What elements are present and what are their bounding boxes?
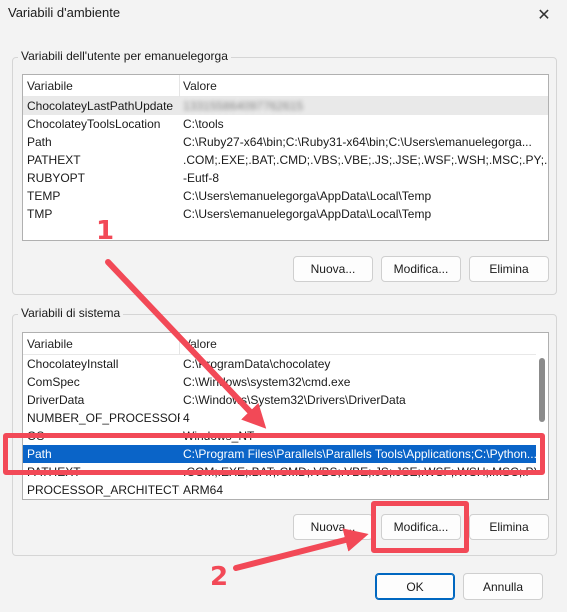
- table-row[interactable]: DriverData C:\Windows\System32\Drivers\D…: [23, 391, 548, 409]
- variable-value: -Eutf-8: [183, 171, 220, 185]
- system-list-header: Variabile Valore: [23, 333, 548, 355]
- variable-name: PATHEXT: [27, 153, 81, 167]
- variable-value: 133155864097762615: [183, 99, 304, 113]
- table-row[interactable]: ChocolateyToolsLocation C:\tools: [23, 115, 548, 133]
- scrollbar-thumb[interactable]: [539, 358, 545, 422]
- user-variables-label: Variabili dell'utente per emanuelegorga: [18, 49, 231, 63]
- close-icon: ✕: [537, 7, 551, 24]
- variable-value: .COM;.EXE;.BAT;.CMD;.VBS;.VBE;.JS;.JSE;.…: [183, 153, 548, 167]
- table-row[interactable]: ChocolateyInstall C:\ProgramData\chocola…: [23, 355, 548, 373]
- column-header-variable[interactable]: Variabile: [23, 75, 180, 97]
- variable-value: C:\Users\emanuelegorga\AppData\Local\Tem…: [183, 207, 432, 221]
- ok-button[interactable]: OK: [375, 573, 455, 600]
- variable-name: NUMBER_OF_PROCESSORS: [27, 411, 180, 425]
- variable-value: C:\Ruby27-x64\bin;C:\Ruby31-x64\bin;C:\U…: [183, 135, 532, 149]
- annotation-label-1: 1: [96, 216, 115, 246]
- table-row[interactable]: ComSpec C:\Windows\system32\cmd.exe: [23, 373, 548, 391]
- highlight-edit-button: [371, 501, 469, 553]
- variable-value: C:\Windows\System32\Drivers\DriverData: [183, 393, 406, 407]
- highlight-path-row: [3, 433, 545, 475]
- variable-value: C:\Windows\system32\cmd.exe: [183, 375, 351, 389]
- table-row[interactable]: Path C:\Ruby27-x64\bin;C:\Ruby31-x64\bin…: [23, 133, 548, 151]
- variable-name: RUBYOPT: [27, 171, 86, 185]
- table-row[interactable]: RUBYOPT -Eutf-8: [23, 169, 548, 187]
- variable-name: PROCESSOR_ARCHITECTURE: [27, 483, 180, 497]
- user-list-header: Variabile Valore: [23, 75, 548, 97]
- column-header-value[interactable]: Valore: [180, 333, 548, 355]
- close-button[interactable]: ✕: [521, 0, 567, 30]
- table-row[interactable]: PATHEXT .COM;.EXE;.BAT;.CMD;.VBS;.VBE;.J…: [23, 151, 548, 169]
- cancel-button[interactable]: Annulla: [463, 573, 543, 600]
- system-delete-button[interactable]: Elimina: [469, 514, 549, 540]
- user-new-button[interactable]: Nuova...: [293, 256, 373, 282]
- annotation-label-2: 2: [210, 562, 229, 592]
- system-variables-label: Variabili di sistema: [18, 306, 124, 320]
- table-row[interactable]: NUMBER_OF_PROCESSORS 4: [23, 409, 548, 427]
- variable-name: Path: [27, 135, 52, 149]
- title-bar: Variabili d'ambiente ✕: [0, 0, 567, 30]
- table-row[interactable]: TEMP C:\Users\emanuelegorga\AppData\Loca…: [23, 187, 548, 205]
- column-header-variable[interactable]: Variabile: [23, 333, 180, 355]
- variable-name: ChocolateyToolsLocation: [27, 117, 161, 131]
- user-edit-button[interactable]: Modifica...: [381, 256, 461, 282]
- column-header-value[interactable]: Valore: [180, 75, 548, 97]
- variable-value: C:\Users\emanuelegorga\AppData\Local\Tem…: [183, 189, 432, 203]
- table-row[interactable]: ChocolateyLastPathUpdate 133155864097762…: [23, 97, 548, 115]
- user-delete-button[interactable]: Elimina: [469, 256, 549, 282]
- variable-name: ChocolateyLastPathUpdate: [27, 99, 174, 113]
- variable-value: C:\tools: [183, 117, 224, 131]
- window-title: Variabili d'ambiente: [8, 5, 121, 20]
- variable-name: ComSpec: [27, 375, 80, 389]
- variable-name: DriverData: [27, 393, 85, 407]
- variable-name: TEMP: [27, 189, 61, 203]
- system-new-button[interactable]: Nuova...: [293, 514, 373, 540]
- variable-name: ChocolateyInstall: [27, 357, 119, 371]
- variable-value: ARM64: [183, 483, 224, 497]
- table-row[interactable]: PROCESSOR_ARCHITECTURE ARM64: [23, 481, 548, 499]
- variable-value: C:\ProgramData\chocolatey: [183, 357, 331, 371]
- variable-value: 4: [183, 411, 190, 425]
